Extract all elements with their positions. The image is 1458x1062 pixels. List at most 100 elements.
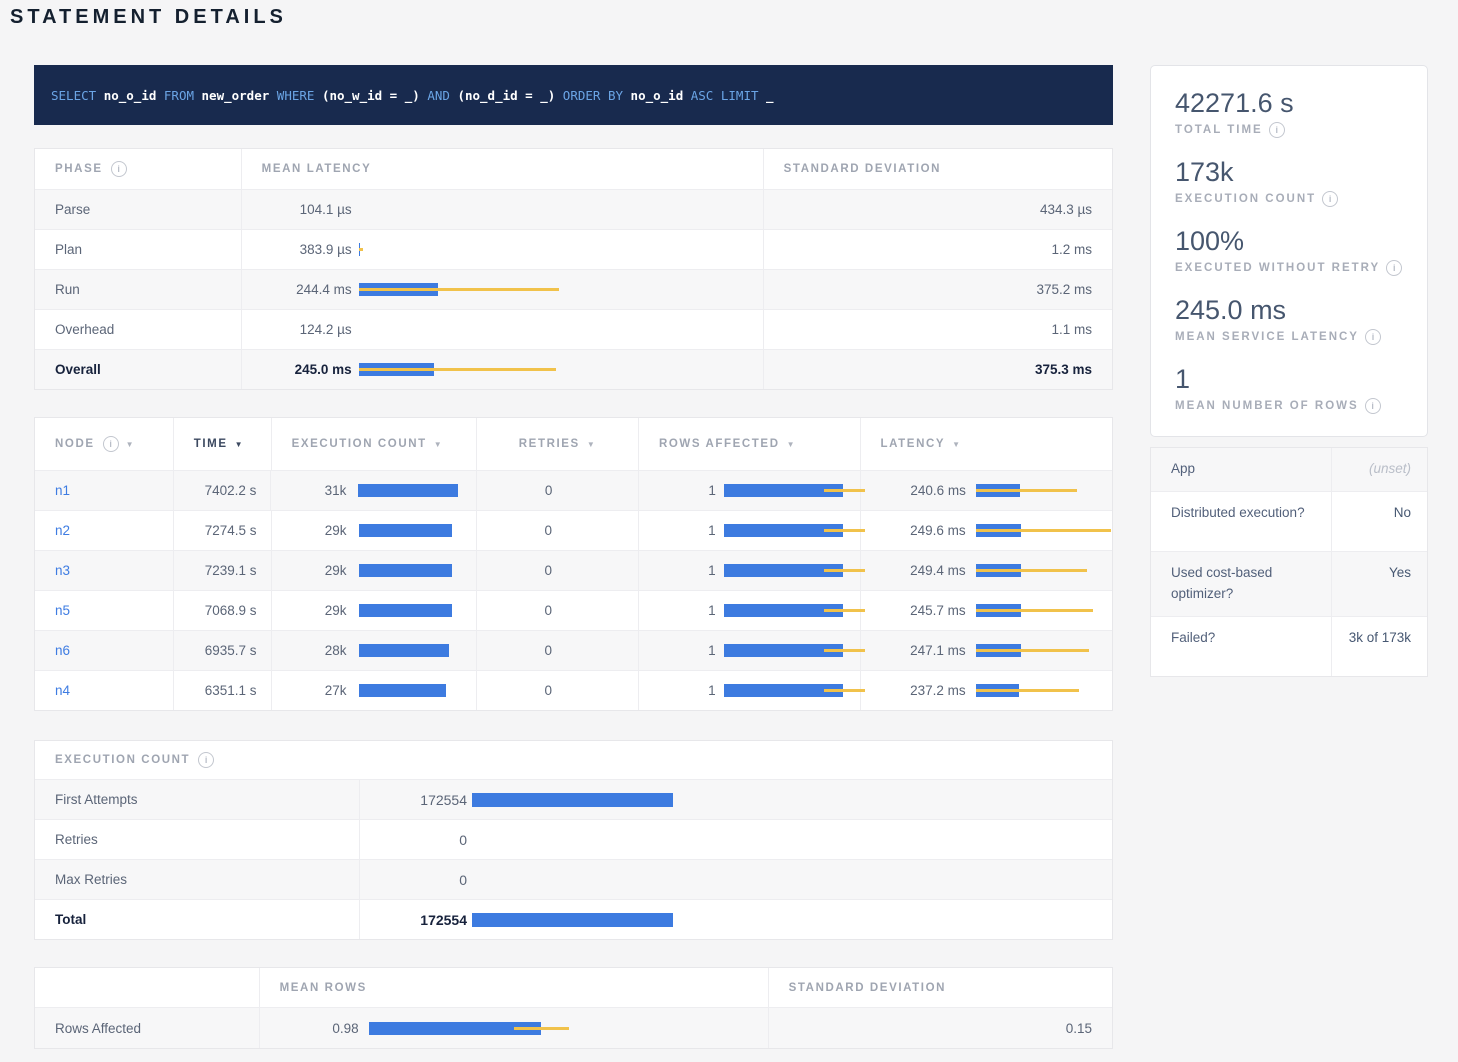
stat-label: EXECUTED WITHOUT RETRYi xyxy=(1175,260,1403,276)
execution-count-value: 29k xyxy=(292,523,347,538)
detail-label: Distributed execution? xyxy=(1151,492,1331,551)
exec-row-label: First Attempts xyxy=(35,780,359,819)
latency-bar xyxy=(976,484,1020,497)
retries-value: 0 xyxy=(497,523,552,538)
phase-column-header: PHASE i xyxy=(35,149,241,189)
bar xyxy=(359,604,452,617)
exec-count-bar xyxy=(472,913,673,927)
stat-value: 42271.6 s xyxy=(1175,88,1403,119)
detail-value: No xyxy=(1331,492,1427,551)
node-row: n2 7274.5 s 29k 0 1 249.6 ms xyxy=(35,510,1112,550)
mean-rows-column-header: MEAN ROWS xyxy=(259,968,768,1007)
execution-count-bar xyxy=(359,684,446,697)
node-row: n1 7402.2 s 31k 0 1 240.6 ms xyxy=(35,470,1112,510)
node-link[interactable]: n5 xyxy=(55,603,70,618)
time-value: 7274.5 s xyxy=(173,511,271,550)
node-link[interactable]: n3 xyxy=(55,563,70,578)
std-dev-value: 1.1 ms xyxy=(763,310,1112,349)
info-icon[interactable]: i xyxy=(1365,329,1381,345)
statement-details-card: App (unset) Distributed execution? No Us… xyxy=(1150,447,1428,677)
sort-desc-icon[interactable]: ▼ xyxy=(434,440,444,449)
retries-column-header[interactable]: RETRIES ▼ xyxy=(476,418,638,470)
exec-row-value: 172554 xyxy=(380,792,467,808)
exec-row-value: 0 xyxy=(380,832,467,848)
rows-affected-bar xyxy=(724,524,843,537)
node-column-header[interactable]: NODE i ▼ xyxy=(35,418,173,470)
latency-bar xyxy=(976,524,1021,537)
rows-affected-label: Rows Affected xyxy=(35,1008,259,1048)
sql-keyword: AND xyxy=(420,88,458,103)
sort-desc-icon[interactable]: ▼ xyxy=(235,440,245,449)
time-column-header[interactable]: TIME ▼ xyxy=(173,418,271,470)
bar xyxy=(358,484,458,497)
info-icon[interactable]: i xyxy=(103,436,119,452)
rows-affected-bar xyxy=(724,564,843,577)
bar xyxy=(359,564,452,577)
mean-latency-value: 244.4 ms xyxy=(262,282,352,297)
node-link[interactable]: n2 xyxy=(55,523,70,538)
stat-label: EXECUTION COUNTi xyxy=(1175,191,1403,207)
stddev-whisker xyxy=(976,569,1087,572)
rows-affected-value: 1 xyxy=(659,603,716,618)
info-icon[interactable]: i xyxy=(1365,398,1381,414)
exec-row: First Attempts 172554 xyxy=(35,779,1112,819)
phase-row-overhead: Overhead 124.2 µs 1.1 ms xyxy=(35,309,1112,349)
stddev-whisker xyxy=(824,569,865,572)
exec-row: Max Retries 0 xyxy=(35,859,1112,899)
node-link[interactable]: n6 xyxy=(55,643,70,658)
sort-desc-icon[interactable]: ▼ xyxy=(587,440,597,449)
stat-label: MEAN SERVICE LATENCYi xyxy=(1175,329,1403,345)
sort-desc-icon[interactable]: ▼ xyxy=(952,440,962,449)
stddev-whisker xyxy=(976,689,1079,692)
mean-latency-value: 383.9 µs xyxy=(262,242,352,257)
time-value: 7239.1 s xyxy=(173,551,271,590)
std-dev-value: 0.15 xyxy=(768,1008,1112,1048)
std-dev-column-header: STANDARD DEVIATION xyxy=(763,149,1112,189)
phase-row-run: Run 244.4 ms 375.2 ms xyxy=(35,269,1112,309)
exec-row-value: 0 xyxy=(380,872,467,888)
info-icon[interactable]: i xyxy=(1269,122,1285,138)
retries-value: 0 xyxy=(497,643,552,658)
info-icon[interactable]: i xyxy=(1322,191,1338,207)
detail-label: Used cost-based optimizer? xyxy=(1151,552,1331,616)
bar xyxy=(472,913,673,927)
info-icon[interactable]: i xyxy=(198,752,214,768)
retries-value: 0 xyxy=(497,483,552,498)
detail-row-distributed-execution: Distributed execution? No xyxy=(1151,491,1427,551)
sql-keyword: WHERE xyxy=(269,88,322,103)
execution-count-value: 27k xyxy=(292,683,347,698)
phase-label: Run xyxy=(35,270,241,309)
rows-affected-bar xyxy=(724,604,843,617)
phase-row-overall: Overall 245.0 ms 375.3 ms xyxy=(35,349,1112,389)
sql-keyword: SELECT xyxy=(51,88,104,103)
latency-bar xyxy=(359,363,434,376)
time-value: 7068.9 s xyxy=(173,591,271,630)
latency-bar xyxy=(359,243,360,256)
stddev-whisker xyxy=(824,689,865,692)
stddev-whisker xyxy=(824,649,865,652)
latency-bar xyxy=(976,684,1019,697)
latency-column-header[interactable]: LATENCY ▼ xyxy=(860,418,1113,470)
sort-desc-icon[interactable]: ▼ xyxy=(787,440,797,449)
execution-count-column-header[interactable]: EXECUTION COUNT ▼ xyxy=(271,418,477,470)
rows-affected-value: 1 xyxy=(659,523,716,538)
time-value: 7402.2 s xyxy=(173,471,271,510)
info-icon[interactable]: i xyxy=(111,161,127,177)
rows-affected-header: MEAN ROWS STANDARD DEVIATION xyxy=(35,968,1112,1007)
phase-latency-table: PHASE i MEAN LATENCY STANDARD DEVIATION … xyxy=(34,148,1113,390)
sql-keyword: ASC LIMIT xyxy=(683,88,766,103)
node-link[interactable]: n1 xyxy=(55,483,70,498)
latency-bar xyxy=(976,564,1021,577)
detail-label: App xyxy=(1151,448,1331,491)
sql-identifier: _ xyxy=(766,88,774,103)
rows-affected-bar xyxy=(724,484,843,497)
execution-count-bar xyxy=(359,564,452,577)
stat-value: 245.0 ms xyxy=(1175,295,1403,326)
execution-count-bar xyxy=(359,644,449,657)
blank-column-header xyxy=(35,968,259,1007)
stddev-whisker xyxy=(824,609,865,612)
node-link[interactable]: n4 xyxy=(55,683,70,698)
sort-desc-icon[interactable]: ▼ xyxy=(126,440,136,449)
rows-affected-column-header[interactable]: ROWS AFFECTED ▼ xyxy=(638,418,860,470)
info-icon[interactable]: i xyxy=(1386,260,1402,276)
